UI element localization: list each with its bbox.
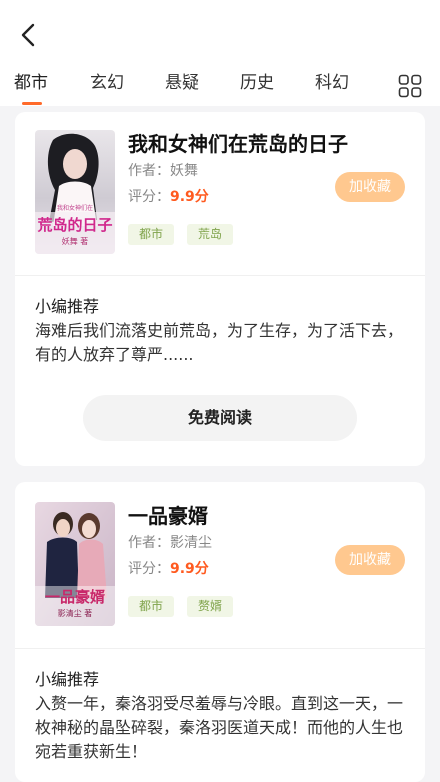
- recommendation-text: 入赘一年，秦洛羽受尽羞辱与冷眼。直到这一天，一枚神秘的晶坠碎裂，秦洛羽医道天成！…: [35, 694, 404, 761]
- score-value: 9.9分: [170, 561, 209, 577]
- author-name: 妖舞: [170, 163, 198, 179]
- tab-lishi[interactable]: 历史: [240, 70, 274, 96]
- cover-title: 荒岛的日子: [37, 216, 113, 234]
- tab-xuanhuan[interactable]: 玄幻: [90, 70, 124, 96]
- divider: [15, 275, 425, 276]
- book-card[interactable]: 一品豪婿 影清尘 著 一品豪婿 作者：影清尘 评分：9.9分 加收藏 都市 赘婿…: [15, 482, 425, 782]
- book-card[interactable]: 我和女神们在 荒岛的日子 妖舞 著 我和女神们在荒岛的日子 作者：妖舞 评分：9…: [15, 112, 425, 466]
- tab-xuanyi[interactable]: 悬疑: [165, 70, 199, 96]
- grid-icon[interactable]: [398, 74, 422, 98]
- recommendation-label: 小编推荐: [35, 670, 100, 689]
- recommendation-label: 小编推荐: [35, 297, 100, 316]
- chevron-left-icon[interactable]: [14, 20, 44, 50]
- author-line: 作者：影清尘: [128, 532, 212, 552]
- author-label: 作者：: [128, 163, 170, 179]
- recommendation-text: 海难后我们流落史前荒岛，为了生存，为了活下去，有的人放弃了尊严......: [35, 321, 404, 364]
- free-read-button[interactable]: 免费阅读: [83, 395, 357, 441]
- cover-author: 影清尘 著: [57, 609, 93, 618]
- divider: [15, 648, 425, 649]
- top-bar: 都市 玄幻 悬疑 历史 科幻: [0, 0, 440, 106]
- add-favorite-button[interactable]: 加收藏: [335, 172, 405, 202]
- cover-title: 一品豪婿: [44, 588, 105, 606]
- score-label: 评分：: [128, 189, 170, 205]
- score-line: 评分：9.9分: [128, 186, 209, 206]
- tab-dushi[interactable]: 都市: [14, 70, 48, 96]
- author-name: 影清尘: [170, 535, 212, 551]
- tag[interactable]: 都市: [128, 596, 175, 617]
- book-cover[interactable]: 一品豪婿 影清尘 著: [35, 502, 115, 626]
- score-line: 评分：9.9分: [128, 558, 209, 578]
- book-cover[interactable]: 我和女神们在 荒岛的日子 妖舞 著: [35, 130, 115, 254]
- score-label: 评分：: [128, 561, 170, 577]
- active-tab-indicator: [22, 102, 42, 105]
- book-title[interactable]: 我和女神们在荒岛的日子: [128, 128, 348, 157]
- score-value: 9.9分: [170, 189, 209, 205]
- author-label: 作者：: [128, 535, 170, 551]
- svg-text:我和女神们在: 我和女神们在: [57, 204, 93, 212]
- cover-author: 妖舞 著: [61, 237, 89, 246]
- author-line: 作者：妖舞: [128, 160, 198, 180]
- tag[interactable]: 都市: [128, 224, 175, 245]
- book-title[interactable]: 一品豪婿: [128, 500, 208, 529]
- add-favorite-button[interactable]: 加收藏: [335, 545, 405, 575]
- tab-kehuan[interactable]: 科幻: [315, 70, 349, 96]
- category-tabs: 都市 玄幻 悬疑 历史 科幻: [0, 70, 440, 106]
- tag[interactable]: 荒岛: [187, 224, 234, 245]
- tag[interactable]: 赘婿: [187, 596, 234, 617]
